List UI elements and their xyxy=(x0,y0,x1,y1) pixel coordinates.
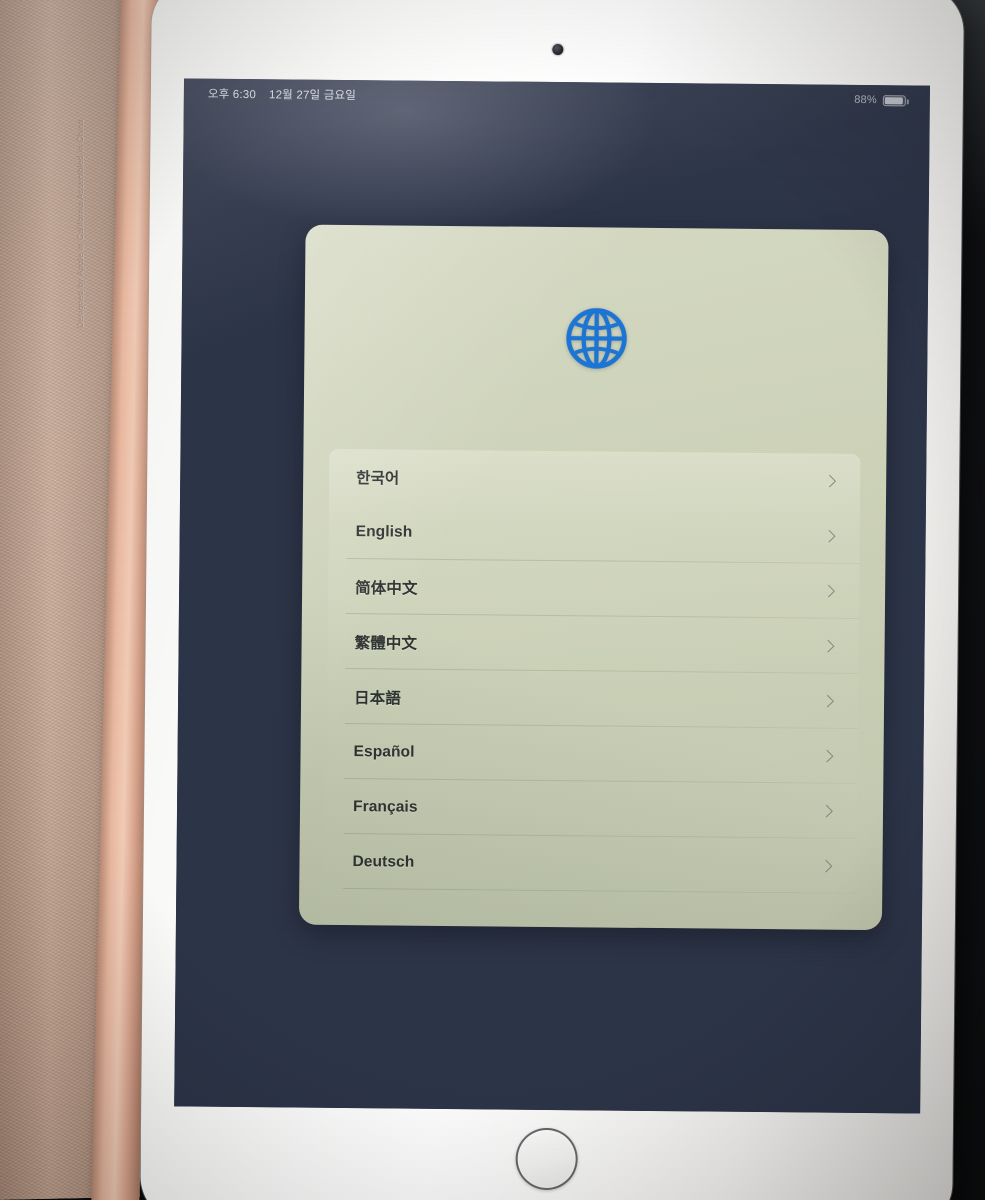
language-selection-dialog: 한국어 English 简体中文 繁體中文 日本語 Español França… xyxy=(298,224,889,931)
globe-icon xyxy=(565,308,627,369)
home-button[interactable] xyxy=(515,1127,578,1191)
status-time: 오후 6:30 xyxy=(207,88,257,102)
language-row-japanese[interactable]: 日本語 xyxy=(327,669,859,729)
ipad-device: 오후 6:30 12월 27일 금요일 88% 한국어 English 简体中文… xyxy=(140,0,964,1200)
case-emboss-text: Designed by Apple in California Assemble… xyxy=(76,118,85,329)
chevron-right-icon xyxy=(819,859,833,873)
language-row-english[interactable]: English xyxy=(328,504,860,564)
battery-icon xyxy=(882,94,906,106)
status-date: 12월 27일 금요일 xyxy=(268,89,357,103)
chevron-right-icon xyxy=(820,749,834,763)
language-label: 简体中文 xyxy=(355,579,418,598)
language-label: Deutsch xyxy=(352,852,415,871)
chevron-right-icon xyxy=(822,529,836,543)
chevron-right-icon xyxy=(823,474,837,488)
language-row-korean[interactable]: 한국어 xyxy=(329,449,861,509)
photo-scene: Designed by Apple in California Assemble… xyxy=(0,0,985,1200)
ipad-screen: 오후 6:30 12월 27일 금요일 88% 한국어 English 简体中文… xyxy=(174,78,930,1114)
language-label: English xyxy=(355,522,413,541)
language-list[interactable]: 한국어 English 简体中文 繁體中文 日本語 Español França… xyxy=(325,448,861,894)
globe-icon-container xyxy=(304,303,888,375)
chevron-right-icon xyxy=(821,639,835,653)
language-label: 繁體中文 xyxy=(354,634,418,653)
language-row-french[interactable]: Français xyxy=(326,779,858,839)
battery-percent-label: 88% xyxy=(854,93,877,107)
language-label: 日本語 xyxy=(354,689,401,708)
language-label: 한국어 xyxy=(356,469,400,488)
chevron-right-icon xyxy=(822,584,835,598)
chevron-right-icon xyxy=(820,804,833,818)
battery-fill xyxy=(884,96,903,104)
language-row-simplified-chinese[interactable]: 简体中文 xyxy=(328,559,860,619)
status-bar-right: 88% xyxy=(854,94,906,106)
status-bar-left: 오후 6:30 12월 27일 금요일 xyxy=(208,86,356,103)
language-label: Español xyxy=(353,742,415,761)
language-row-spanish[interactable]: Español xyxy=(326,724,858,784)
language-label: Français xyxy=(352,797,418,816)
language-row-traditional-chinese[interactable]: 繁體中文 xyxy=(327,614,859,674)
chevron-right-icon xyxy=(821,694,834,708)
language-row-german[interactable]: Deutsch xyxy=(325,834,857,894)
front-camera-dot xyxy=(552,43,564,56)
